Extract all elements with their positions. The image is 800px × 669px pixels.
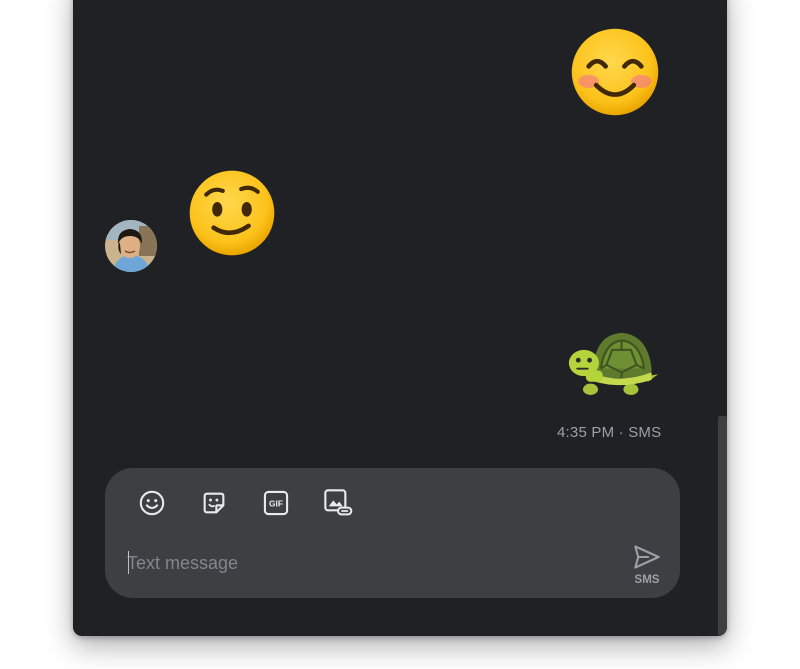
scrollbar-track[interactable] — [717, 0, 727, 636]
attach-image-icon — [324, 489, 353, 516]
contact-avatar[interactable] — [105, 220, 157, 272]
scrollbar-thumb[interactable] — [718, 416, 727, 636]
message-timestamp: 4:35 PM · SMS — [557, 424, 662, 441]
emoji-button[interactable] — [136, 487, 168, 519]
send-sms-button[interactable]: SMS — [631, 542, 663, 594]
message-composer: GIF SMS — [105, 468, 680, 598]
attach-image-button[interactable] — [322, 487, 354, 519]
send-icon — [634, 545, 660, 569]
smiling-face-emoji-message[interactable] — [568, 25, 662, 119]
sticker-icon — [203, 492, 225, 514]
conversation-window: 4:35 PM · SMS GIF Text message SMS — [73, 0, 727, 636]
relieved-face-emoji-message[interactable] — [186, 167, 278, 259]
sticker-button[interactable] — [198, 487, 230, 519]
send-mode-label: SMS — [634, 574, 660, 586]
turtle-emoji-message[interactable] — [567, 327, 661, 399]
message-input[interactable] — [127, 550, 597, 576]
gif-button[interactable]: GIF — [260, 487, 292, 519]
gif-icon-label: GIF — [269, 499, 283, 509]
gif-icon: GIF — [263, 490, 289, 516]
text-cursor — [128, 551, 129, 574]
emoji-icon — [139, 490, 165, 516]
